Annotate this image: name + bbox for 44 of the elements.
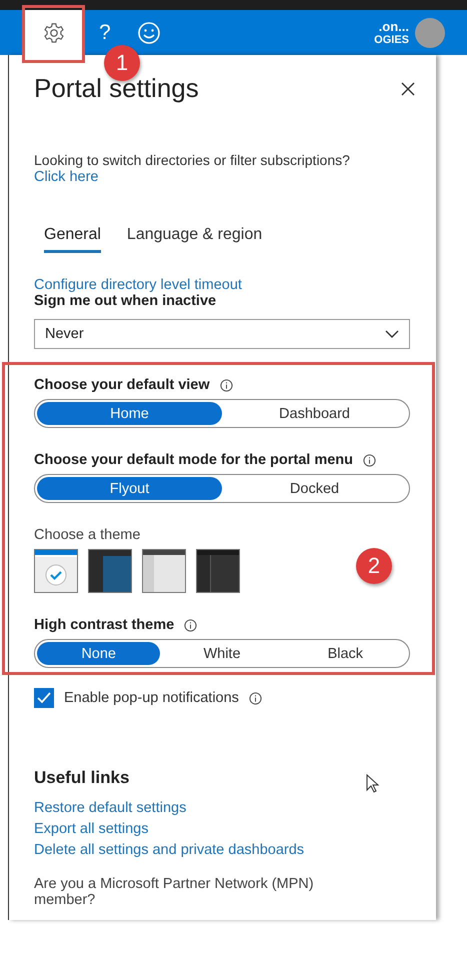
help-button[interactable]: ? [99, 20, 111, 44]
segment-option[interactable]: Flyout [37, 477, 222, 500]
theme-swatch[interactable] [34, 549, 78, 593]
segment-option[interactable]: Home [37, 402, 222, 425]
theme-swatch[interactable] [196, 549, 240, 593]
field-label: Sign me out when inactive [34, 293, 216, 309]
settings-link[interactable]: Restore default settings [34, 800, 410, 816]
info-icon[interactable] [184, 618, 198, 632]
close-icon[interactable] [400, 80, 416, 96]
segment-option[interactable]: White [160, 642, 284, 665]
signout-dropdown[interactable]: Never [34, 319, 410, 349]
cursor-icon [366, 774, 380, 794]
checkbox[interactable] [34, 688, 54, 708]
settings-button[interactable] [22, 10, 85, 55]
info-icon[interactable] [248, 692, 262, 704]
timeout-link[interactable]: Configure directory level timeout [34, 277, 410, 293]
setting-label: High contrast theme [34, 617, 174, 633]
setting-label: Choose your default view [34, 377, 210, 393]
setting-label: Choose your default mode for the portal menu [34, 452, 354, 468]
settings-icon [42, 22, 64, 44]
account-org[interactable]: OGIES [374, 34, 409, 46]
check-icon [45, 564, 67, 586]
chevron-down-icon [385, 330, 399, 338]
checkbox-label: Enable pop-up notifications [64, 690, 239, 706]
segment-option[interactable]: Black [284, 642, 407, 665]
info-icon[interactable] [220, 378, 233, 392]
smiley-icon [136, 20, 161, 44]
settings-link[interactable]: Delete all settings and private dashboards [34, 842, 410, 858]
segment-option[interactable]: Dashboard [222, 402, 407, 425]
theme-swatch[interactable] [142, 549, 186, 593]
click-here-link[interactable]: Click here [34, 169, 98, 185]
tab[interactable]: Language & region [126, 226, 262, 253]
intro-text: Looking to switch directories or filter subscriptions? [34, 152, 351, 168]
segment-option[interactable]: Docked [222, 477, 407, 500]
tab[interactable]: General [44, 226, 101, 253]
info-icon[interactable] [363, 454, 376, 466]
segment-option[interactable]: None [37, 642, 160, 665]
annotation-frame [22, 5, 85, 63]
settings-link[interactable]: Export all settings [34, 821, 410, 837]
theme-label: Choose a theme [34, 527, 142, 543]
theme-swatch[interactable] [88, 549, 132, 593]
section-heading: Useful links [34, 768, 130, 788]
account-name[interactable]: .on... [378, 19, 409, 34]
mpn-question: Are you a Microsoft Partner Network (MPN) member? [34, 876, 315, 908]
